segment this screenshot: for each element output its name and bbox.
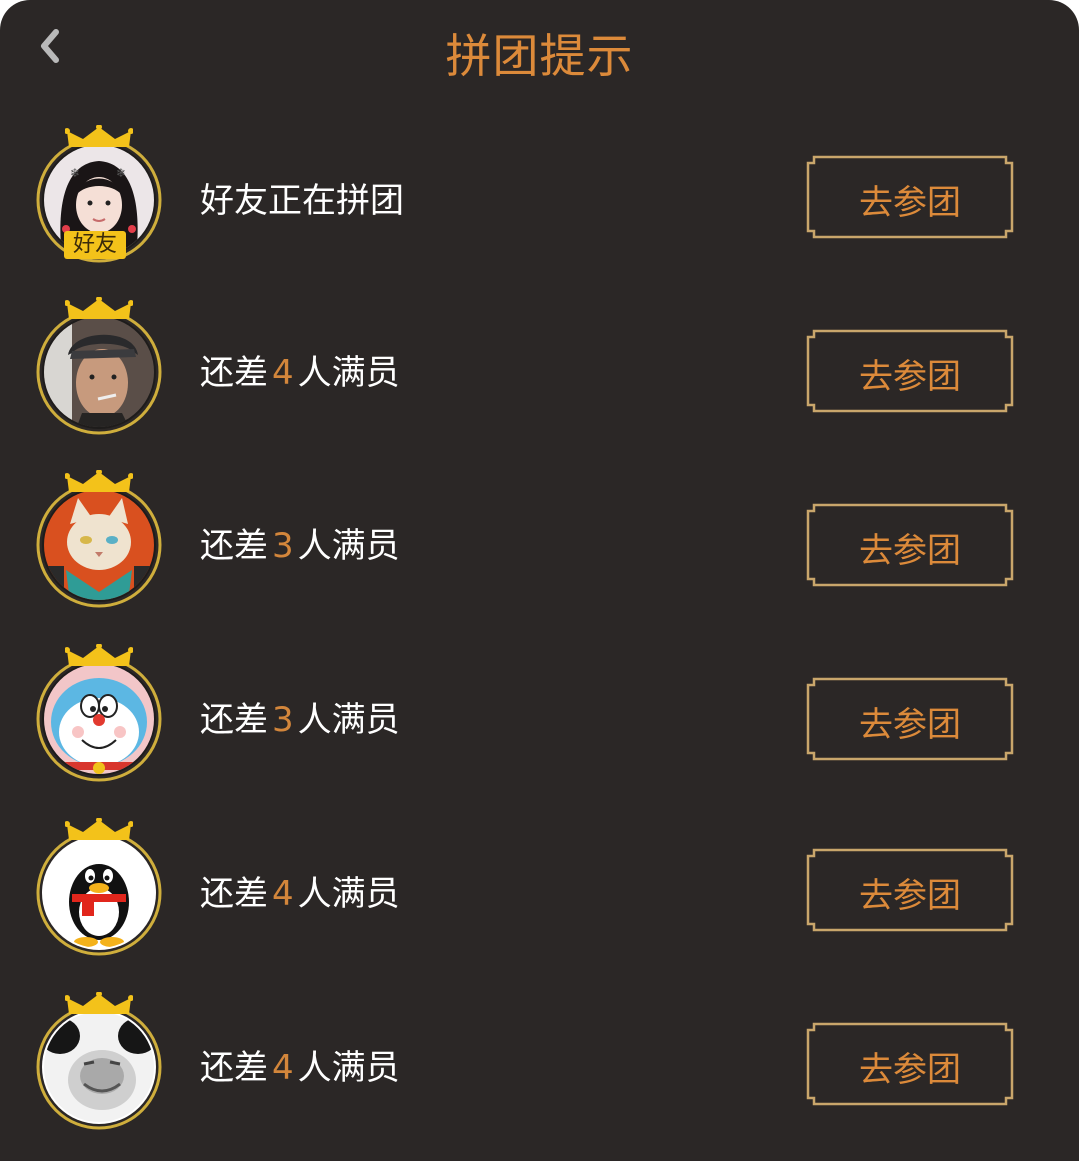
avatar[interactable] — [34, 470, 164, 610]
join-group-button[interactable]: 去参团 — [806, 155, 1014, 239]
join-group-button-label: 去参团 — [859, 183, 961, 223]
remaining-count: 3 — [272, 526, 294, 566]
svg-text:❄: ❄ — [116, 166, 126, 180]
join-group-button-label: 去参团 — [859, 531, 961, 571]
join-group-button-label: 去参团 — [859, 705, 961, 745]
list-item: 还差 4 人满员 去参团 — [0, 992, 1079, 1142]
crown-icon — [65, 644, 133, 666]
remaining-count: 4 — [272, 353, 294, 393]
row-label: 还差 4 人满员 — [200, 345, 400, 394]
qq-penguin-avatar — [44, 838, 154, 948]
list-item: ❄ ❄ 好友 好友正在拼团 去参团 — [0, 125, 1079, 275]
page-title: 拼团提示 — [445, 29, 634, 83]
friend-tag: 好友 — [64, 231, 126, 259]
panda-meme-avatar — [44, 1012, 154, 1122]
svg-text:❄: ❄ — [70, 166, 80, 180]
list-item: 还差 3 人满员 去参团 — [0, 644, 1079, 794]
remaining-count: 4 — [272, 1048, 294, 1088]
join-group-button[interactable]: 去参团 — [806, 503, 1014, 587]
join-group-button[interactable]: 去参团 — [806, 848, 1014, 932]
label-prefix: 还差 — [200, 1048, 268, 1088]
crown-icon — [65, 818, 133, 840]
list-item: 还差 4 人满员 去参团 — [0, 297, 1079, 447]
join-group-button[interactable]: 去参团 — [806, 329, 1014, 413]
join-group-button[interactable]: 去参团 — [806, 1022, 1014, 1106]
list-item: 还差 3 人满员 去参团 — [0, 470, 1079, 620]
label-suffix: 人满员 — [297, 526, 400, 566]
list-item: 还差 4 人满员 去参团 — [0, 818, 1079, 968]
row-label: 还差 4 人满员 — [200, 1040, 400, 1089]
crown-icon — [65, 125, 133, 147]
label-suffix: 人满员 — [297, 353, 400, 393]
doraemon-avatar — [44, 664, 154, 774]
young-man-photo-avatar — [44, 317, 154, 427]
row-label: 还差 3 人满员 — [200, 518, 400, 567]
join-group-button[interactable]: 去参团 — [806, 677, 1014, 761]
row-label: 还差 3 人满员 — [200, 692, 400, 741]
group-buy-tips-panel: 拼团提示 ❄ ❄ 好友 好友正在拼团 去参团 还差 4 人满员 去参团 还差 3… — [0, 0, 1079, 1161]
row-label: 还差 4 人满员 — [200, 866, 400, 915]
avatar[interactable] — [34, 297, 164, 437]
avatar[interactable]: ❄ ❄ 好友 — [34, 125, 164, 265]
header: 拼团提示 — [0, 0, 1079, 100]
label-prefix: 好友正在拼团 — [200, 181, 404, 221]
label-suffix: 人满员 — [297, 1048, 400, 1088]
label-suffix: 人满员 — [297, 874, 400, 914]
avatar[interactable] — [34, 644, 164, 784]
label-suffix: 人满员 — [297, 700, 400, 740]
remaining-count: 3 — [272, 700, 294, 740]
crown-icon — [65, 297, 133, 319]
crown-icon — [65, 992, 133, 1014]
row-label: 好友正在拼团 — [200, 173, 404, 222]
join-group-button-label: 去参团 — [859, 1050, 961, 1090]
label-prefix: 还差 — [200, 874, 268, 914]
avatar[interactable] — [34, 992, 164, 1132]
label-prefix: 还差 — [200, 353, 268, 393]
label-prefix: 还差 — [200, 526, 268, 566]
join-group-button-label: 去参团 — [859, 357, 961, 397]
label-prefix: 还差 — [200, 700, 268, 740]
cartoon-cat-avatar — [44, 490, 154, 600]
remaining-count: 4 — [272, 874, 294, 914]
avatar[interactable] — [34, 818, 164, 958]
crown-icon — [65, 470, 133, 492]
join-group-button-label: 去参团 — [859, 876, 961, 916]
